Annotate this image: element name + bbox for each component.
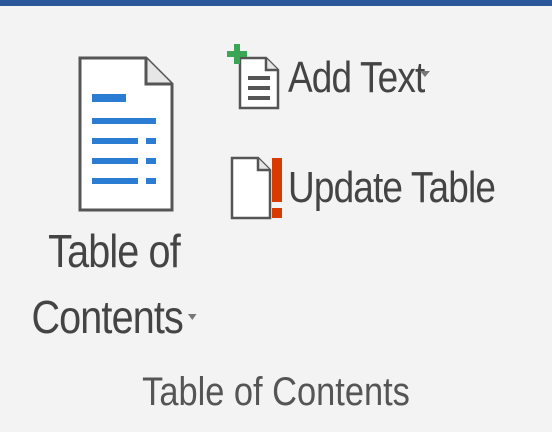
toc-button-label-line2: Contents	[31, 290, 197, 344]
chevron-down-icon	[188, 313, 197, 320]
update-table-label: Update Table	[288, 163, 496, 212]
document-list-icon	[78, 56, 174, 212]
group-label: Table of Contents	[142, 370, 410, 414]
table-of-contents-button[interactable]: Table of Contents	[18, 28, 210, 350]
toc-button-label-line1: Table of	[48, 225, 181, 277]
toc-button-label-text: Contents	[31, 291, 183, 343]
update-table-icon	[230, 156, 282, 220]
add-text-button[interactable]: Add Text	[226, 42, 496, 114]
chevron-down-icon	[420, 71, 431, 77]
table-of-contents-group: Table of Contents Add Text Update Table …	[0, 6, 552, 432]
add-text-icon	[227, 44, 280, 110]
add-text-label: Add Text	[288, 53, 425, 102]
update-table-button[interactable]: Update Table	[226, 152, 536, 224]
